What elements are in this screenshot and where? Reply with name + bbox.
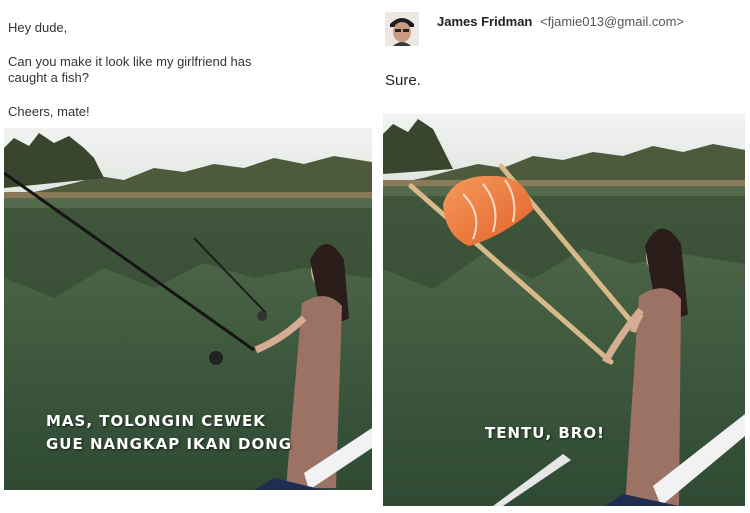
reply-body: Sure. [385,72,421,89]
edited-photo [383,114,745,506]
request-line-1: Can you make it look like my girlfriend … [8,54,252,69]
avatar-portrait-icon [385,12,419,46]
edited-photo-scene [383,114,745,506]
reply-caption: TENTU, BRO! [485,424,605,442]
request-panel: Hey dude, Can you make it look like my g… [0,0,375,513]
sender-avatar [385,12,419,46]
email-header: James Fridman <fjamie013@gmail.com> [385,12,684,46]
sender-email: <fjamie013@gmail.com> [540,14,684,29]
request-caption-line-2: GUE NANGKAP IKAN DONG [46,435,293,453]
sender-info: James Fridman <fjamie013@gmail.com> [437,14,684,29]
request-caption: MAS, TOLONGIN CEWEK GUE NANGKAP IKAN DON… [46,410,292,456]
greeting-text: Hey dude, [8,20,68,35]
signoff-text: Cheers, mate! [8,104,90,119]
request-caption-line-1: MAS, TOLONGIN CEWEK [46,412,266,430]
sender-name: James Fridman [437,14,533,29]
reply-panel: James Fridman <fjamie013@gmail.com> Sure… [375,0,750,513]
request-line-2: caught a fish? [8,70,89,85]
